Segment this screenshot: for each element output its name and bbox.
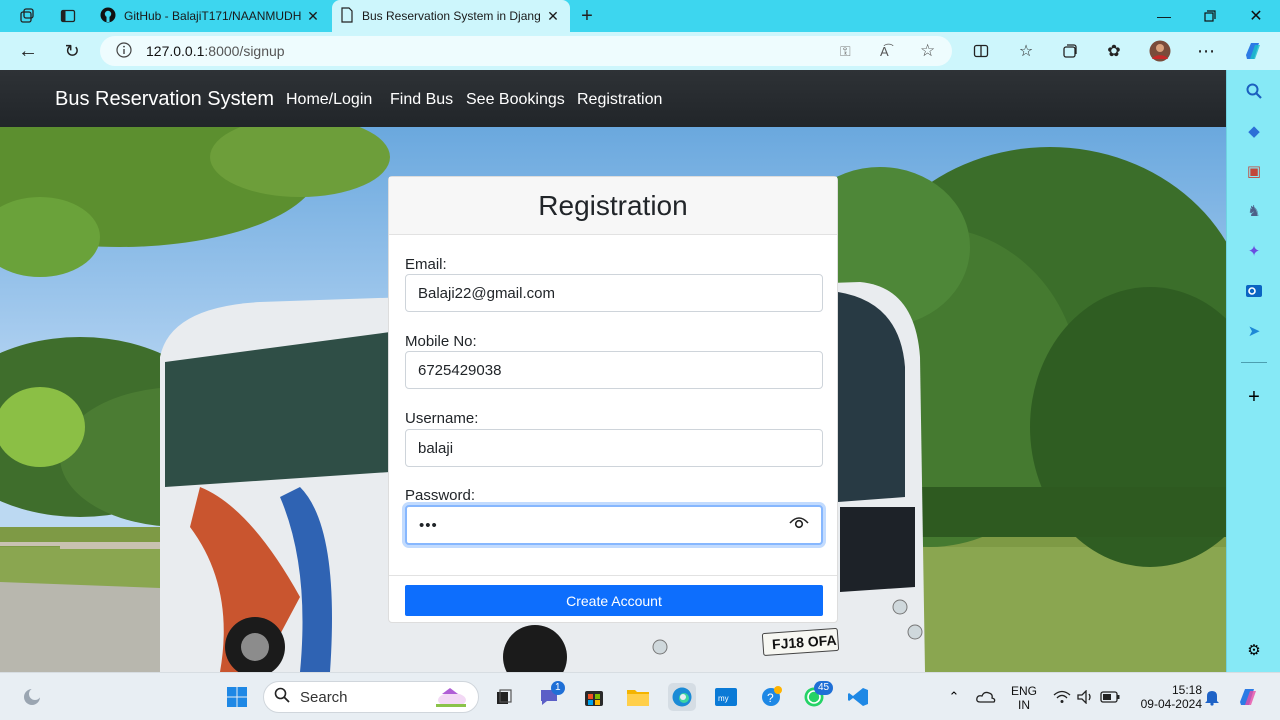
send-icon[interactable]: ➤ <box>1241 318 1267 344</box>
help-icon[interactable]: ? <box>757 683 785 711</box>
mobile-value: 6725429038 <box>418 361 502 379</box>
games-icon[interactable]: ♞ <box>1241 198 1267 224</box>
notification-bell-icon[interactable] <box>1198 683 1226 711</box>
settings-gear-icon[interactable]: ⚙ <box>1241 637 1267 663</box>
password-value: ••• <box>419 516 438 534</box>
lang-code: ENG <box>1010 684 1037 698</box>
close-tab-icon[interactable]: ✕ <box>544 8 562 25</box>
profile-avatar-icon[interactable] <box>1145 36 1175 66</box>
input-language[interactable]: ENG IN <box>1006 684 1042 712</box>
split-screen-icon[interactable] <box>966 36 996 66</box>
teams-badge: 1 <box>551 681 565 695</box>
windows-taskbar: Search 1 my ? 45 ⌃ ENG IN 15:18 09-04-20… <box>0 672 1280 720</box>
weather-widget-icon[interactable] <box>18 683 46 711</box>
tab-bus-reservation[interactable]: Bus Reservation System in Djang ✕ <box>332 0 570 32</box>
more-options-icon[interactable]: ⋯ <box>1191 36 1221 66</box>
workspaces-icon[interactable] <box>12 1 42 31</box>
show-hidden-icons-chevron-icon[interactable]: ⌃ <box>940 683 968 711</box>
navbar-brand[interactable]: Bus Reservation System <box>55 88 274 111</box>
mobile-field[interactable]: 6725429038 <box>405 351 823 389</box>
myhp-icon[interactable]: my <box>712 683 740 711</box>
tab-actions-icon[interactable] <box>53 1 83 31</box>
vscode-icon[interactable] <box>844 683 872 711</box>
sidebar-divider <box>1241 362 1267 363</box>
card-title: Registration <box>389 177 837 235</box>
email-label: Email: <box>405 256 447 273</box>
url-path: :8000/signup <box>204 43 285 59</box>
show-password-eye-icon[interactable] <box>789 516 809 534</box>
search-icon <box>274 687 290 707</box>
address-bar[interactable]: 127.0.0.1:8000/signup ⚿ A͡ ☆ <box>100 36 952 66</box>
task-view-icon[interactable] <box>490 683 518 711</box>
tab-github[interactable]: GitHub - BalajiT171/NAANMUDH ✕ <box>92 0 330 32</box>
nav-registration[interactable]: Registration <box>577 91 662 109</box>
refresh-icon[interactable]: ↻ <box>57 36 87 66</box>
search-icon[interactable] <box>1241 78 1267 104</box>
close-tab-icon[interactable]: ✕ <box>304 8 322 25</box>
browser-tab-bar: GitHub - BalajiT171/NAANMUDH ✕ Bus Reser… <box>0 0 1280 32</box>
new-tab-icon[interactable]: + <box>572 1 602 31</box>
file-explorer-icon[interactable] <box>624 683 652 711</box>
taskbar-search-box[interactable]: Search <box>263 681 479 713</box>
extensions-icon[interactable]: ✿ <box>1099 36 1129 66</box>
collections-icon[interactable] <box>1055 36 1085 66</box>
whatsapp-badge: 45 <box>814 681 834 695</box>
search-placeholder: Search <box>300 688 348 706</box>
email-value: Balaji22@gmail.com <box>418 284 555 302</box>
mobile-label: Mobile No: <box>405 333 477 350</box>
clock[interactable]: 15:18 09-04-2024 <box>1130 683 1202 711</box>
site-navbar: Bus Reservation System Home/Login Find B… <box>0 70 1226 127</box>
unicorn-highlight-icon <box>432 684 470 714</box>
start-windows-icon[interactable] <box>223 683 251 711</box>
copilot-preview-icon[interactable] <box>1234 683 1262 711</box>
username-value: balaji <box>418 439 454 457</box>
edge-sidebar: ◆ ▣ ♞ ✦ ➤ + ⚙ <box>1226 70 1280 672</box>
nav-see-bookings[interactable]: See Bookings <box>466 91 565 109</box>
tab-title: GitHub - BalajiT171/NAANMUDH <box>124 9 302 23</box>
toolbox-icon[interactable]: ▣ <box>1241 158 1267 184</box>
lang-region: IN <box>1018 698 1030 712</box>
minimize-icon[interactable]: — <box>1141 0 1187 32</box>
url-host: 127.0.0.1 <box>146 43 205 59</box>
password-field[interactable]: ••• <box>405 505 823 545</box>
key-icon[interactable]: ⚿ <box>840 43 851 60</box>
back-icon[interactable]: ← <box>13 36 43 66</box>
read-aloud-icon[interactable]: A͡ <box>880 44 889 59</box>
username-label: Username: <box>405 410 479 427</box>
microsoft-store-icon[interactable] <box>580 683 608 711</box>
restore-icon[interactable] <box>1187 0 1233 32</box>
copilot-icon[interactable] <box>1238 36 1268 66</box>
svg-text:?: ? <box>767 691 774 705</box>
clock-date: 09-04-2024 <box>1140 697 1202 711</box>
create-account-button[interactable]: Create Account <box>405 585 823 616</box>
close-window-icon[interactable]: ✕ <box>1233 0 1279 32</box>
tag-icon[interactable]: ◆ <box>1241 118 1267 144</box>
card-footer-divider <box>389 575 837 576</box>
clock-time: 15:18 <box>1171 683 1202 697</box>
document-icon <box>340 6 354 26</box>
password-label: Password: <box>405 487 476 504</box>
tab-title: Bus Reservation System in Djang <box>362 9 541 23</box>
battery-icon[interactable] <box>1096 683 1124 711</box>
add-icon[interactable]: + <box>1241 384 1267 410</box>
outlook-icon[interactable] <box>1241 278 1267 304</box>
add-favorite-icon[interactable]: ☆ <box>920 41 935 61</box>
edge-browser-icon[interactable] <box>668 683 696 711</box>
nav-home-login[interactable]: Home/Login <box>286 91 372 109</box>
copilot-app-icon[interactable]: ✦ <box>1241 238 1267 264</box>
site-info-icon[interactable] <box>116 41 132 61</box>
registration-card: Registration Email: Balaji22@gmail.com M… <box>388 176 838 623</box>
github-icon <box>100 7 116 26</box>
username-field[interactable]: balaji <box>405 429 823 467</box>
email-field[interactable]: Balaji22@gmail.com <box>405 274 823 312</box>
favorites-icon[interactable]: ☆ <box>1011 36 1041 66</box>
nav-find-bus[interactable]: Find Bus <box>390 91 453 109</box>
web-page: Bus Reservation System Home/Login Find B… <box>0 70 1226 672</box>
onedrive-cloud-icon[interactable] <box>972 683 1000 711</box>
svg-text:my: my <box>718 694 729 703</box>
